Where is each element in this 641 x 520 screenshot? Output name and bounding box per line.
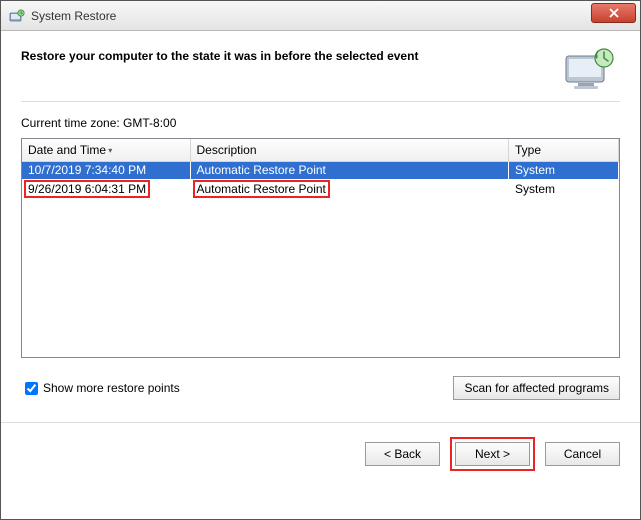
cell-desc: Automatic Restore Point	[190, 179, 509, 199]
window-title: System Restore	[31, 9, 116, 23]
show-more-label: Show more restore points	[43, 381, 180, 395]
cell-type: System	[509, 162, 619, 179]
table-row[interactable]: 9/26/2019 6:04:31 PM Automatic Restore P…	[22, 179, 619, 199]
page-heading: Restore your computer to the state it wa…	[21, 45, 560, 63]
restore-points-table[interactable]: Date and Time ▾ Description Type 10/7/20…	[21, 138, 620, 358]
cell-desc: Automatic Restore Point	[190, 162, 509, 179]
back-button[interactable]: < Back	[365, 442, 440, 466]
sort-indicator-icon: ▾	[106, 146, 112, 155]
cell-date: 10/7/2019 7:34:40 PM	[22, 162, 190, 179]
timezone-label: Current time zone: GMT-8:00	[21, 116, 620, 130]
restore-monitor-icon	[560, 45, 620, 95]
table-row[interactable]: 10/7/2019 7:34:40 PM Automatic Restore P…	[22, 162, 619, 179]
cell-date: 9/26/2019 6:04:31 PM	[22, 179, 190, 199]
system-restore-icon	[9, 8, 25, 24]
show-more-checkbox[interactable]: Show more restore points	[21, 379, 180, 398]
divider	[21, 101, 620, 102]
scan-affected-button[interactable]: Scan for affected programs	[453, 376, 620, 400]
cancel-button[interactable]: Cancel	[545, 442, 620, 466]
column-header-type[interactable]: Type	[509, 139, 619, 162]
column-header-date[interactable]: Date and Time ▾	[22, 139, 190, 162]
show-more-checkbox-input[interactable]	[25, 382, 38, 395]
wizard-button-bar: < Back Next > Cancel	[1, 422, 640, 471]
next-button-highlight: Next >	[450, 437, 535, 471]
dialog-content: Restore your computer to the state it wa…	[1, 31, 640, 485]
titlebar: System Restore	[1, 1, 640, 31]
cell-type: System	[509, 179, 619, 199]
next-button[interactable]: Next >	[455, 442, 530, 466]
close-button[interactable]	[591, 3, 636, 23]
column-header-description[interactable]: Description	[190, 139, 509, 162]
